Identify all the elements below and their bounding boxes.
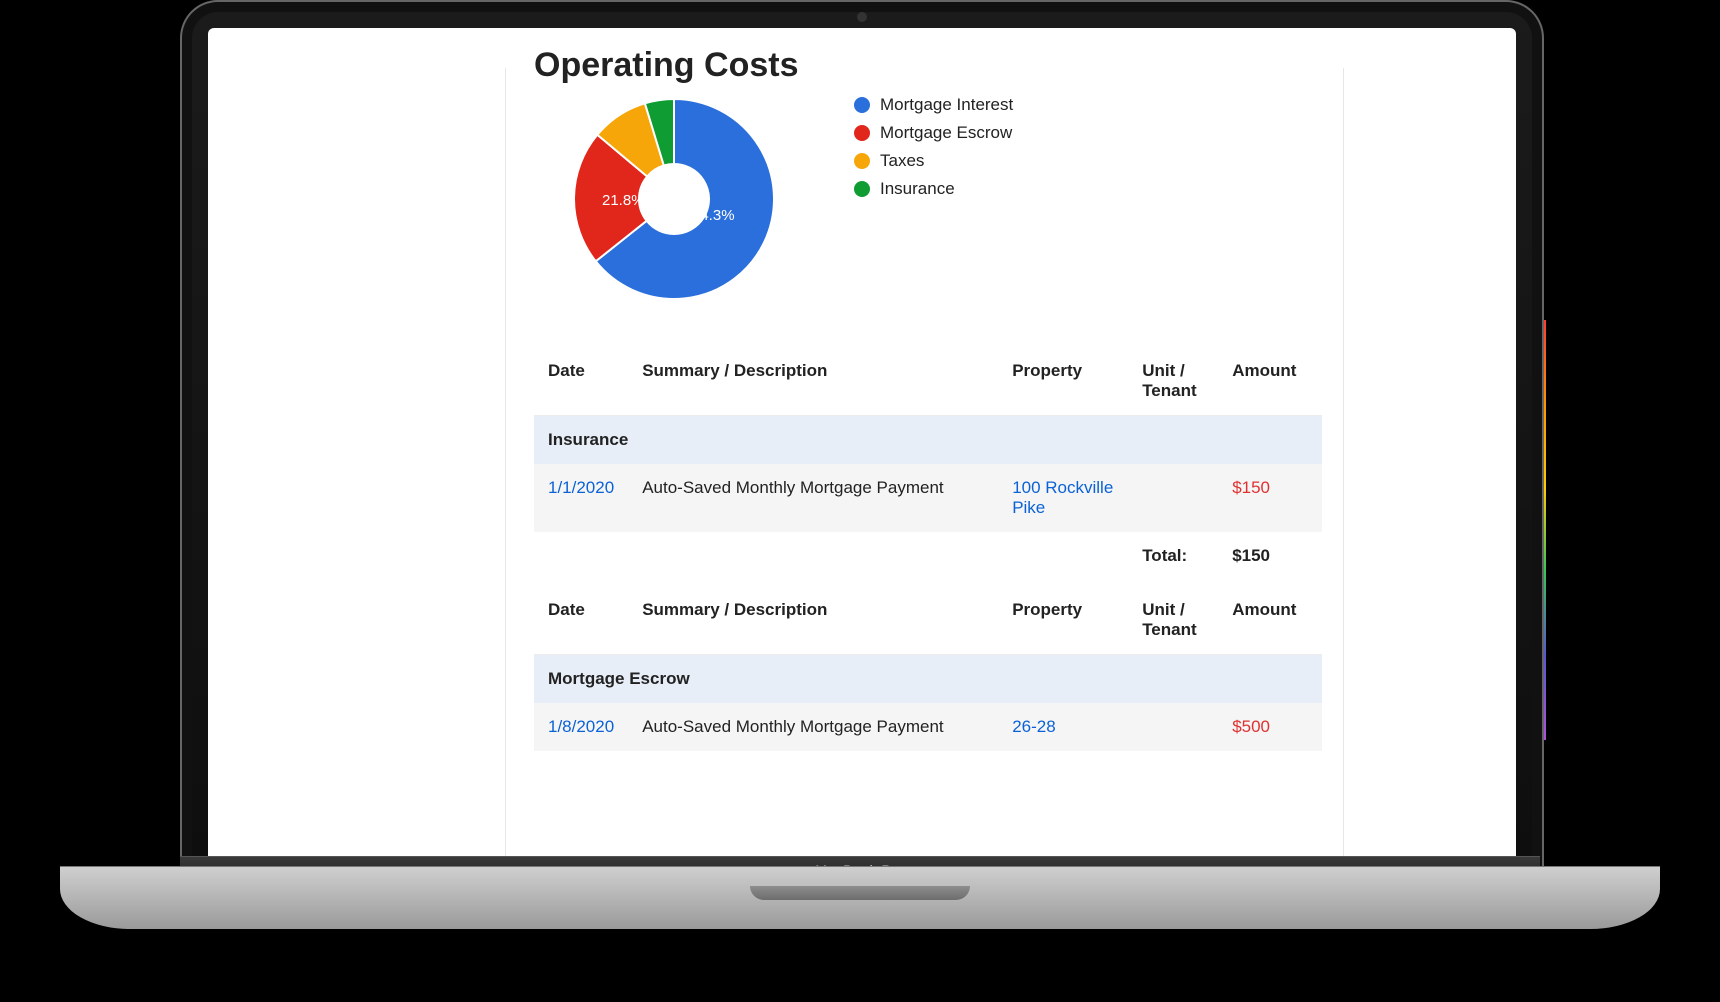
legend-item: Insurance — [854, 175, 1013, 203]
legend-label: Mortgage Interest — [880, 91, 1013, 119]
section-header: Mortgage Escrow — [534, 655, 1322, 704]
table-row: 1/1/2020 Auto-Saved Monthly Mortgage Pay… — [534, 464, 1322, 532]
col-property: Property — [998, 347, 1128, 416]
col-summary: Summary / Description — [628, 347, 998, 416]
cost-table-insurance: Insurance Date Summary / Description Pro… — [534, 347, 1322, 580]
laptop-screen: Operating Costs 64.3% 21.8% Mortgage Int… — [208, 28, 1516, 868]
legend-item: Mortgage Interest — [854, 91, 1013, 119]
legend-swatch — [854, 181, 870, 197]
col-date: Date — [534, 347, 628, 416]
laptop-lid: Operating Costs 64.3% 21.8% Mortgage Int… — [180, 0, 1544, 868]
donut-svg — [564, 89, 784, 309]
col-property: Property — [998, 586, 1128, 655]
pct-label-secondary: 21.8% — [602, 192, 645, 209]
cell-amount: $500 — [1218, 703, 1322, 751]
total-row: Total: $150 — [534, 532, 1322, 580]
cell-date-link[interactable]: 1/8/2020 — [534, 703, 628, 751]
cell-summary: Auto-Saved Monthly Mortgage Payment — [628, 464, 998, 532]
legend-item: Taxes — [854, 147, 1013, 175]
left-gutter-line — [505, 68, 506, 868]
cost-table-escrow: Mortgage Escrow Date Summary / Descripti… — [534, 586, 1322, 751]
section-title: Insurance — [534, 416, 1322, 465]
col-date: Date — [534, 586, 628, 655]
cell-summary: Auto-Saved Monthly Mortgage Payment — [628, 703, 998, 751]
legend-swatch — [854, 153, 870, 169]
camera-dot — [857, 12, 867, 22]
total-amount: $150 — [1218, 532, 1322, 580]
pct-label-main: 64.3% — [692, 207, 735, 224]
table-row: 1/8/2020 Auto-Saved Monthly Mortgage Pay… — [534, 703, 1322, 751]
legend-swatch — [854, 125, 870, 141]
page-content: Operating Costs 64.3% 21.8% Mortgage Int… — [534, 46, 1322, 751]
table-head: Date Summary / Description Property Unit… — [534, 347, 1322, 416]
legend-label: Taxes — [880, 147, 924, 175]
cell-property-link[interactable]: 100 Rockville Pike — [998, 464, 1128, 532]
legend-label: Insurance — [880, 175, 955, 203]
cell-unit — [1128, 464, 1218, 532]
col-summary: Summary / Description — [628, 586, 998, 655]
trackpad-notch — [750, 886, 970, 900]
page-title: Operating Costs — [534, 46, 1322, 85]
chart-row: 64.3% 21.8% Mortgage Interest Mortgage E… — [534, 89, 1322, 319]
cell-amount: $150 — [1218, 464, 1322, 532]
cell-date-link[interactable]: 1/1/2020 — [534, 464, 628, 532]
legend-swatch — [854, 97, 870, 113]
cell-property-link[interactable]: 26-28 — [998, 703, 1128, 751]
chart-legend: Mortgage Interest Mortgage Escrow Taxes — [854, 91, 1013, 203]
legend-label: Mortgage Escrow — [880, 119, 1012, 147]
section-header: Insurance — [534, 416, 1322, 465]
cell-unit — [1128, 703, 1218, 751]
donut-chart: 64.3% 21.8% — [534, 89, 794, 319]
table-head: Date Summary / Description Property Unit… — [534, 586, 1322, 655]
section-title: Mortgage Escrow — [534, 655, 1322, 704]
col-amount: Amount — [1218, 586, 1322, 655]
right-gutter-line — [1343, 68, 1344, 868]
col-unit: Unit / Tenant — [1128, 347, 1218, 416]
col-amount: Amount — [1218, 347, 1322, 416]
stage: Operating Costs 64.3% 21.8% Mortgage Int… — [0, 0, 1720, 1002]
total-label: Total: — [1128, 532, 1218, 580]
legend-item: Mortgage Escrow — [854, 119, 1013, 147]
col-unit: Unit / Tenant — [1128, 586, 1218, 655]
